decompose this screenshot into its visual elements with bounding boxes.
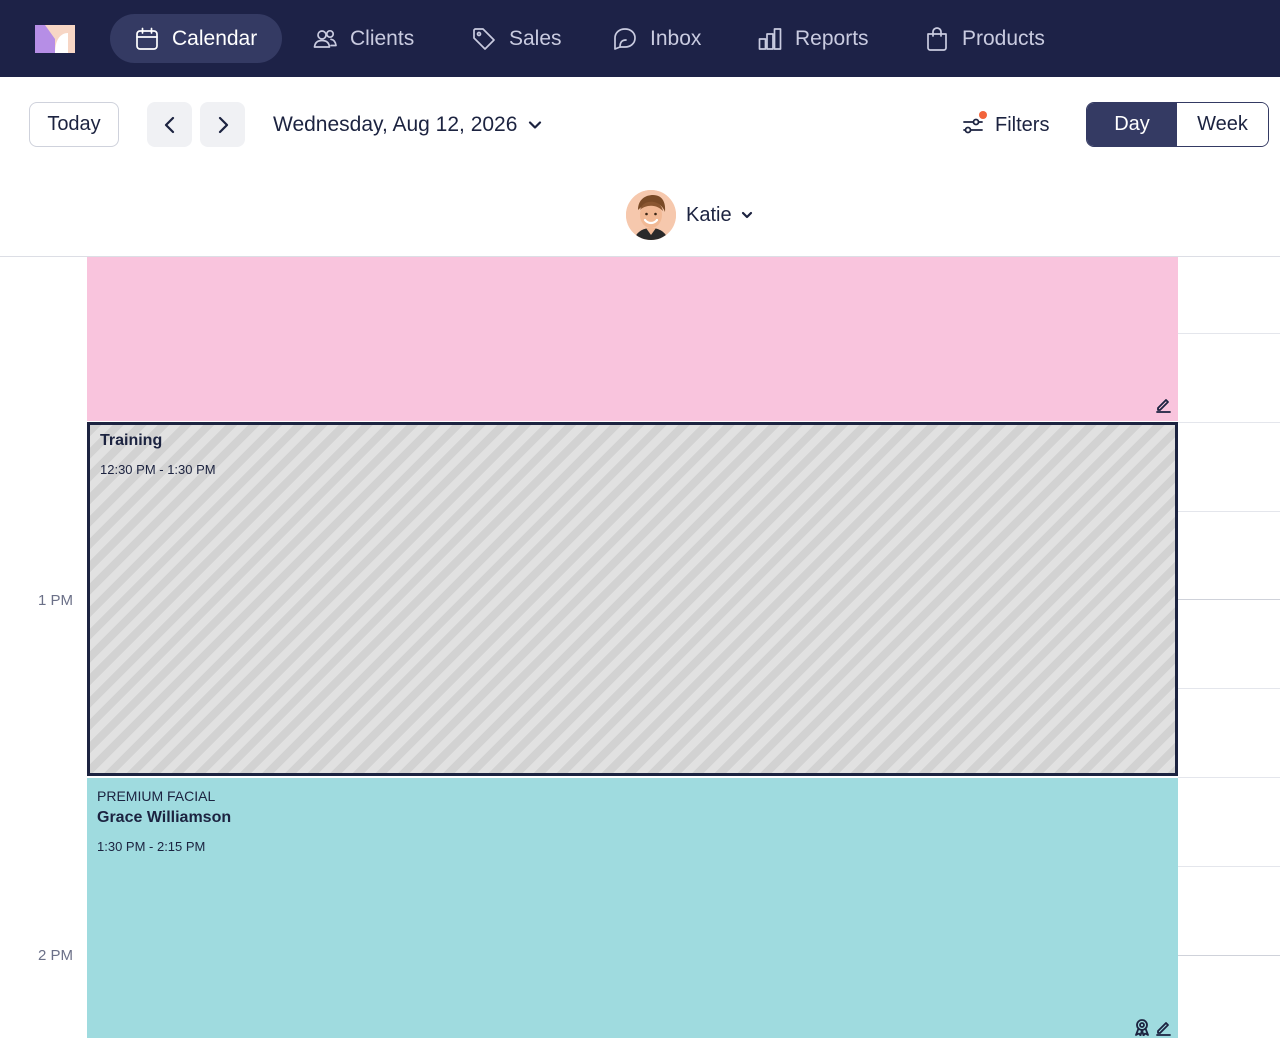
staff-name: Katie [686,203,732,226]
chat-icon [614,27,636,50]
appointment-title: Training [100,432,163,449]
grid-line-hour [1178,955,1280,956]
week-view-button[interactable]: Week [1177,103,1268,146]
shopping-bag-icon [927,26,947,51]
appointment-time: 1:30 PM - 2:15 PM [97,839,206,854]
chevron-down-icon [741,211,752,219]
avatar [626,190,676,240]
users-icon [313,29,337,48]
nav-products-label: Products [962,26,1045,50]
appointment-block-pink[interactable] [87,257,1178,421]
nav-calendar[interactable]: Calendar [110,14,282,63]
grid-line [1178,777,1280,778]
appointment-time: 12:30 PM - 1:30 PM [100,462,216,477]
filters-button[interactable]: Filters [961,110,1049,140]
today-button[interactable]: Today [29,102,119,147]
top-navigation: Calendar Clients Sales Inbox Reports Pro… [0,0,1280,77]
award-icon[interactable] [1133,1018,1151,1037]
grid-line-hour [1178,599,1280,600]
day-view-button[interactable]: Day [1087,103,1177,146]
nav-reports-label: Reports [795,26,869,50]
filter-active-dot [979,111,987,119]
chevron-left-icon [164,116,174,133]
view-toggle: Day Week [1086,102,1269,147]
chevron-down-icon [529,121,542,129]
date-picker[interactable]: Wednesday, Aug 12, 2026 [273,110,543,140]
date-label: Wednesday, Aug 12, 2026 [273,113,518,136]
staff-selector[interactable]: Katie [626,190,754,240]
tag-icon [473,27,495,50]
grid-line [1178,866,1280,867]
next-day-button[interactable] [200,102,245,147]
edit-icon[interactable] [1154,395,1172,413]
calendar-icon [136,27,158,50]
appointment-premium-facial[interactable]: PREMIUM FACIAL Grace Williamson 1:30 PM … [87,778,1178,1038]
nav-clients-label: Clients [350,26,415,50]
nav-calendar-label: Calendar [172,26,258,50]
chevron-right-icon [218,116,228,133]
grid-line [1178,688,1280,689]
nav-inbox[interactable]: Inbox [612,14,701,63]
nav-sales[interactable]: Sales [471,14,562,63]
grid-line [1178,333,1280,334]
grid-line [1178,422,1280,423]
appointment-client-name: Grace Williamson [97,809,232,826]
grid-line [1178,511,1280,512]
previous-day-button[interactable] [147,102,192,147]
edit-icon[interactable] [1154,1018,1172,1036]
app-logo[interactable] [35,25,75,53]
nav-reports[interactable]: Reports [757,14,869,63]
appointment-training[interactable]: Training 12:30 PM - 1:30 PM [87,422,1178,776]
appointment-service: PREMIUM FACIAL [97,788,216,804]
filters-label: Filters [995,113,1050,136]
nav-sales-label: Sales [509,26,562,50]
nav-clients[interactable]: Clients [312,14,414,63]
nav-products[interactable]: Products [924,14,1045,63]
time-label-2pm: 2 PM [38,947,74,964]
time-label-1pm: 1 PM [38,592,74,609]
nav-inbox-label: Inbox [650,26,702,50]
bar-chart-icon [758,27,782,50]
